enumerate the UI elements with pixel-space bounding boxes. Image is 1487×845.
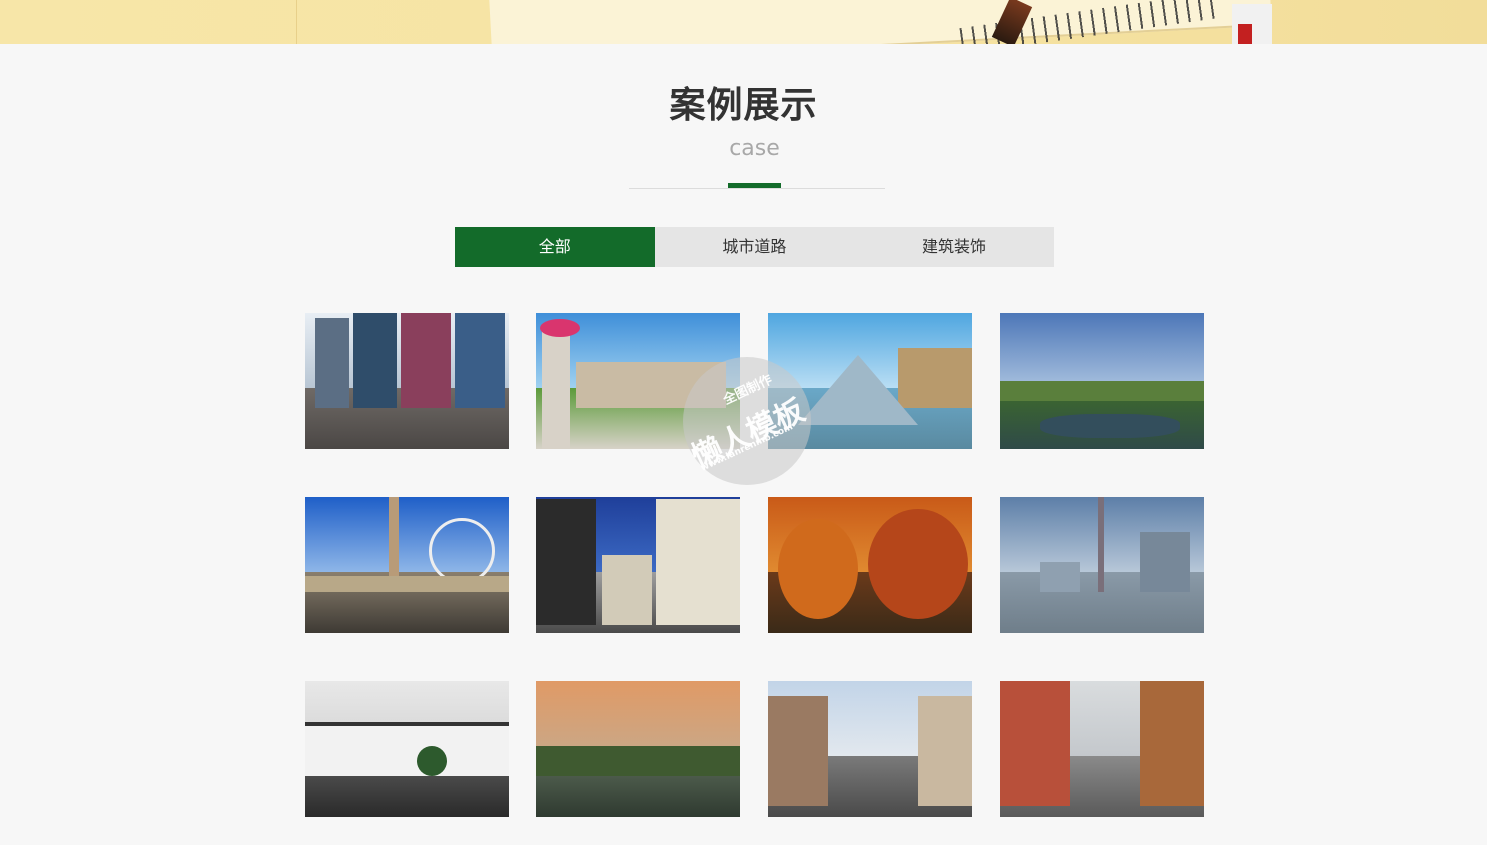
case-thumbnail[interactable]: [768, 681, 972, 817]
category-tabs: 全部 城市道路 建筑装饰: [455, 227, 1054, 267]
case-thumbnail[interactable]: [305, 497, 509, 633]
case-thumbnail[interactable]: [1000, 681, 1204, 817]
case-thumbnail[interactable]: [536, 681, 740, 817]
watermark-logo: 全图制作 懒人模板 www.lanrenmb.com: [683, 357, 811, 485]
tab-all[interactable]: 全部: [455, 227, 655, 267]
title-divider-accent: [728, 183, 781, 188]
title-divider: [629, 188, 885, 189]
case-thumbnail[interactable]: [305, 681, 509, 817]
case-thumbnail[interactable]: [536, 497, 740, 633]
case-thumbnail[interactable]: [768, 497, 972, 633]
section-title: 案例展示: [669, 85, 818, 126]
case-thumbnail[interactable]: [305, 313, 509, 449]
tab-building-decoration[interactable]: 建筑装饰: [854, 227, 1054, 267]
section-subtitle: case: [729, 136, 780, 161]
case-thumbnail[interactable]: [1000, 497, 1204, 633]
case-thumbnail[interactable]: [1000, 313, 1204, 449]
top-banner-image: [0, 0, 1487, 44]
tab-city-roads[interactable]: 城市道路: [655, 227, 855, 267]
